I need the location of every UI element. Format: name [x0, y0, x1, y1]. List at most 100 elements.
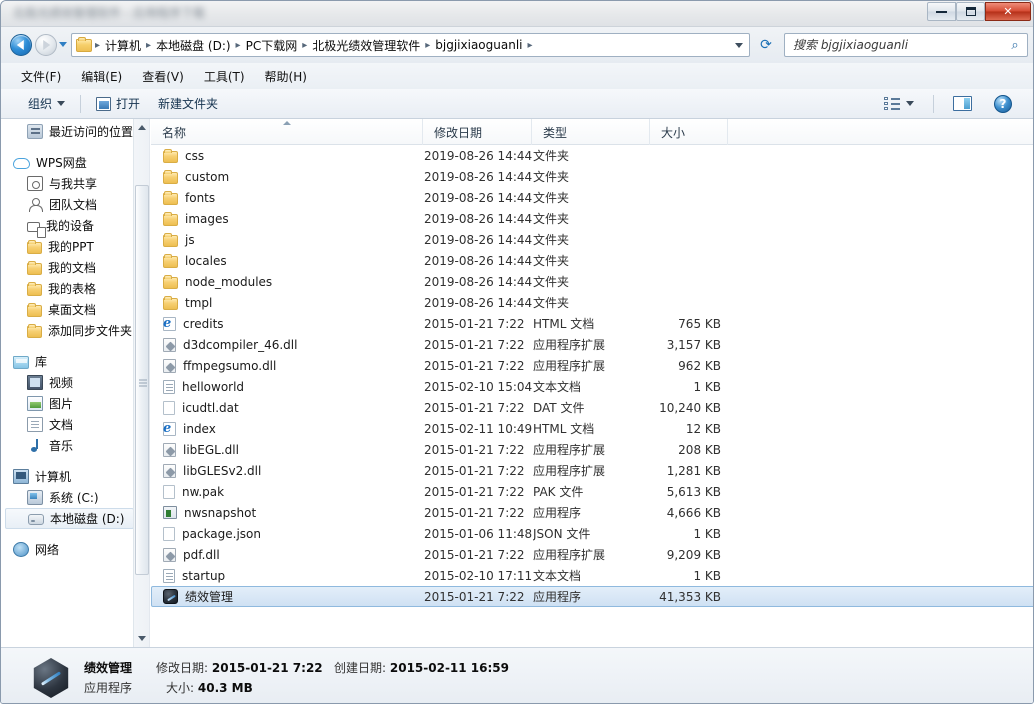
search-icon[interactable]: ⌕ — [1003, 38, 1027, 53]
sidebar-scrollbar[interactable] — [133, 119, 149, 647]
table-row[interactable]: startup 2015-02-10 17:11 文本文档 1 KB — [151, 565, 1033, 586]
file-name-label: pdf.dll — [183, 547, 220, 562]
folder-icon — [163, 211, 178, 226]
table-row[interactable]: credits 2015-01-21 7:22 HTML 文档 765 KB — [151, 313, 1033, 334]
sidebar-item-libraries[interactable]: 库 — [1, 351, 134, 372]
table-row[interactable]: index 2015-02-11 10:49HTML 文档 12 KB — [151, 418, 1033, 439]
sidebar-item-shared-with-me[interactable]: 与我共享 — [1, 173, 134, 194]
table-row[interactable]: nwsnapshot 2015-01-21 7:22 应用程序 4,666 KB — [151, 502, 1033, 523]
sidebar-item-label: 音乐 — [49, 439, 74, 453]
file-rows: css 2019-08-26 14:44 文件夹 custom 2019-08-26 1… — [151, 145, 1033, 647]
scroll-down-button[interactable] — [134, 630, 149, 647]
details-size-value: 40.3 MB — [197, 681, 253, 695]
sidebar-item-pictures[interactable]: 图片 — [1, 393, 134, 414]
menu-tools[interactable]: 工具(T) — [196, 65, 253, 88]
history-dropdown-icon[interactable] — [59, 42, 67, 47]
menu-file[interactable]: 文件(F) — [13, 65, 69, 88]
breadcrumb-separator-2: ▸ — [235, 39, 241, 51]
forward-button[interactable] — [35, 34, 57, 56]
sidebar-item-network[interactable]: 网络 — [1, 539, 134, 560]
search-input[interactable] — [785, 38, 1003, 52]
file-name-label: package.json — [182, 526, 262, 541]
cell-name: custom — [152, 169, 424, 184]
table-row[interactable]: images 2019-08-26 14:44 文件夹 — [151, 208, 1033, 229]
column-header-type[interactable]: 类型 — [532, 119, 650, 145]
minimize-button[interactable] — [927, 2, 956, 21]
organize-button[interactable]: 组织 — [19, 92, 74, 115]
sidebar-item-my-sheets[interactable]: 我的表格 — [1, 278, 134, 299]
open-button[interactable]: 打开 — [87, 92, 149, 115]
table-row[interactable]: tmpl 2019-08-26 14:44 文件夹 — [151, 292, 1033, 313]
column-header-name[interactable]: 名称 — [151, 119, 423, 145]
sidebar-item-computer[interactable]: 计算机 — [1, 466, 134, 487]
sidebar-item-label: 计算机 — [35, 470, 72, 484]
breadcrumb-item-software[interactable]: 北极光绩效管理软件 — [308, 37, 424, 54]
menu-help[interactable]: 帮助(H) — [257, 65, 315, 88]
menu-view[interactable]: 查看(V) — [134, 65, 192, 88]
details-file-name: 绩效管理 — [84, 661, 133, 675]
breadcrumb-item-local-disk-d[interactable]: 本地磁盘 (D:) — [152, 37, 234, 54]
file-name-label: index — [183, 421, 216, 436]
table-row[interactable]: icudtl.dat 2015-01-21 7:22 DAT 文件 10,240 KB — [151, 397, 1033, 418]
back-button[interactable] — [10, 34, 32, 56]
sidebar-item-add-sync-folder[interactable]: 添加同步文件夹 — [1, 320, 134, 341]
change-view-button[interactable] — [875, 94, 923, 114]
cell-name: icudtl.dat — [152, 400, 424, 415]
sidebar-item-label: WPS网盘 — [36, 156, 87, 170]
menu-edit[interactable]: 编辑(E) — [73, 65, 130, 88]
sidebar-item-my-ppt[interactable]: 我的PPT — [1, 236, 134, 257]
table-row[interactable]: libGLESv2.dll 2015-01-21 7:22 应用程序扩展 1,281 … — [151, 460, 1033, 481]
sidebar-item-wps-cloud[interactable]: WPS网盘 — [1, 152, 134, 173]
cell-name: helloworld — [152, 379, 424, 394]
table-row[interactable]: custom 2019-08-26 14:44 文件夹 — [151, 166, 1033, 187]
sidebar-item-local-disk-d[interactable]: 本地磁盘 (D:) — [5, 508, 134, 529]
scroll-up-button[interactable] — [134, 119, 149, 136]
local-drive-icon — [28, 514, 44, 525]
sidebar-item-documents[interactable]: 文档 — [1, 414, 134, 435]
cell-name: pdf.dll — [152, 547, 424, 562]
breadcrumb-item-pc-download[interactable]: PC下载网 — [242, 37, 302, 54]
organize-label: 组织 — [28, 97, 53, 111]
table-row[interactable]: locales 2019-08-26 14:44 文件夹 — [151, 250, 1033, 271]
table-row[interactable]: 绩效管理 2015-01-21 7:22 应用程序 41,353 KB — [151, 586, 1033, 607]
new-folder-button[interactable]: 新建文件夹 — [149, 92, 227, 115]
table-row[interactable]: js 2019-08-26 14:44 文件夹 — [151, 229, 1033, 250]
table-row[interactable]: libEGL.dll 2015-01-21 7:22 应用程序扩展 208 KB — [151, 439, 1033, 460]
maximize-button[interactable] — [956, 2, 985, 21]
breadcrumb-item-computer[interactable]: 计算机 — [101, 37, 145, 54]
table-row[interactable]: fonts 2019-08-26 14:44 文件夹 — [151, 187, 1033, 208]
sidebar-item-my-devices[interactable]: 我的设备 — [1, 215, 134, 238]
cell-type: 文件夹 — [533, 149, 570, 163]
table-row[interactable]: d3dcompiler_46.dll 2015-01-21 7:22 应用程序扩展 3… — [151, 334, 1033, 355]
breadcrumb[interactable]: ▸ 计算机 ▸ 本地磁盘 (D:) ▸ PC下载网 ▸ 北极光绩效管理软件 ▸ … — [71, 33, 750, 57]
column-header-date[interactable]: 修改日期 — [423, 119, 532, 145]
sidebar-item-system-c[interactable]: 系统 (C:) — [1, 487, 134, 508]
sidebar-item-my-documents[interactable]: 我的文档 — [1, 257, 134, 278]
table-row[interactable]: css 2019-08-26 14:44 文件夹 — [151, 145, 1033, 166]
file-name-label: credits — [183, 316, 224, 331]
sidebar-item-desktop-docs[interactable]: 桌面文档 — [1, 299, 134, 320]
table-row[interactable]: helloworld 2015-02-10 15:04 文本文档 1 KB — [151, 376, 1033, 397]
refresh-icon[interactable]: ⟳ — [756, 35, 776, 55]
table-row[interactable]: pdf.dll 2015-01-21 7:22 应用程序扩展 9,209 KB — [151, 544, 1033, 565]
sidebar-item-recent[interactable]: 最近访问的位置 — [1, 121, 134, 142]
scrollbar-thumb[interactable] — [135, 185, 149, 575]
table-row[interactable]: ffmpegsumo.dll 2015-01-21 7:22 应用程序扩展 962 K… — [151, 355, 1033, 376]
preview-pane-button[interactable] — [944, 93, 981, 114]
column-header-size[interactable]: 大小 — [650, 119, 728, 145]
device-icon — [27, 221, 46, 238]
sidebar-item-music[interactable]: 音乐 — [1, 435, 134, 456]
breadcrumb-dropdown-icon[interactable] — [735, 42, 743, 48]
help-button[interactable]: ? — [985, 92, 1021, 116]
sidebar-item-team-docs[interactable]: 团队文档 — [1, 194, 134, 215]
table-row[interactable]: node_modules 2019-08-26 14:44 文件夹 — [151, 271, 1033, 292]
breadcrumb-item-bjgjixiaoguanli[interactable]: bjgjixiaoguanli — [431, 38, 526, 52]
close-button[interactable]: ✕ — [985, 2, 1031, 21]
navigation-tree: 最近访问的位置 WPS网盘 与我共享 团队文档 我的设备 我的PPT 我的文档 … — [1, 119, 134, 647]
title-bar[interactable]: 北极光绩效管理软件 - 应用程序下载 ✕ — [1, 1, 1033, 27]
search-box[interactable]: ⌕ — [784, 33, 1028, 57]
table-row[interactable]: nw.pak 2015-01-21 7:22 PAK 文件 5,613 KB — [151, 481, 1033, 502]
table-row[interactable]: package.json 2015-01-06 11:48 JSON 文件 1 KB — [151, 523, 1033, 544]
sidebar-item-videos[interactable]: 视频 — [1, 372, 134, 393]
folder-icon — [163, 190, 178, 205]
